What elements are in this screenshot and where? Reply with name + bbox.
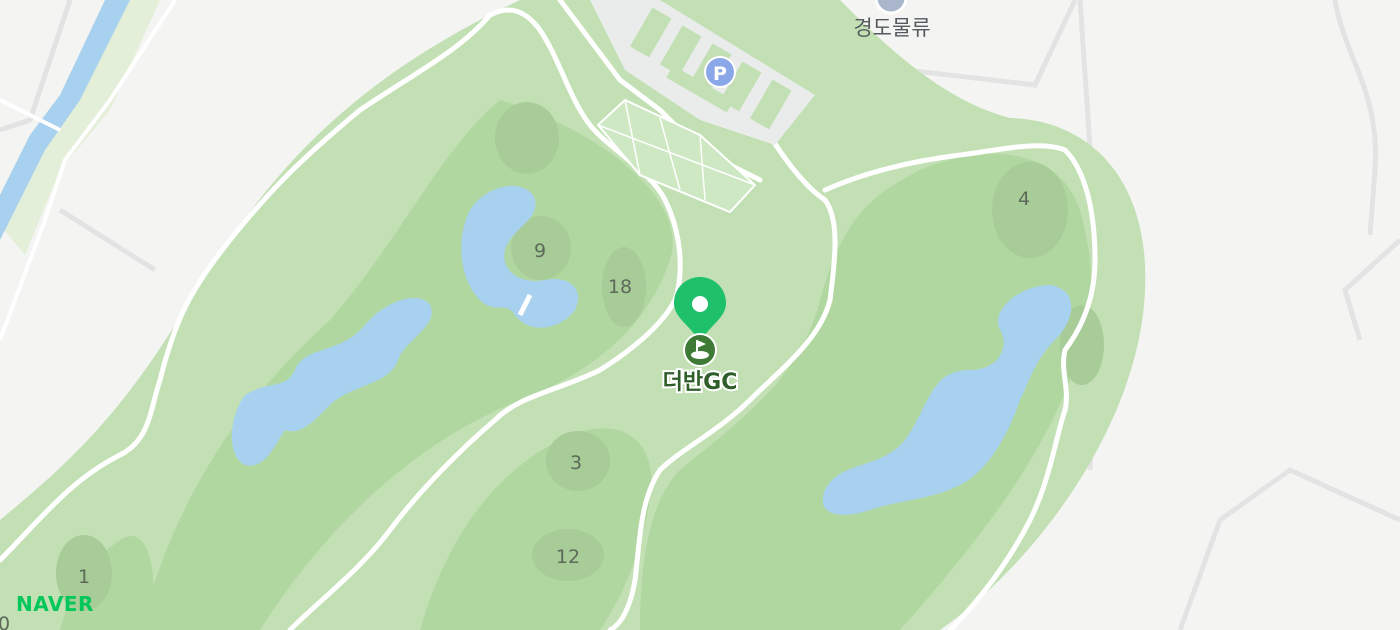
map-canvas[interactable]: 9 18 4 3 12 1 0 P 경도물류 더반GC	[0, 0, 1400, 630]
map-view[interactable]: 9 18 4 3 12 1 0 P 경도물류 더반GC NAVER	[0, 0, 1400, 630]
hole-number-label: 4	[1018, 188, 1030, 210]
parking-icon: P	[713, 63, 727, 85]
golf-icon	[683, 333, 717, 367]
hole-number-label: 3	[570, 452, 582, 474]
hole-number-label: 18	[608, 276, 632, 298]
hole-number-label: 12	[556, 546, 580, 568]
hole-number-label: 0	[0, 613, 10, 630]
poi-label: 경도물류	[853, 16, 930, 40]
hole-number-label: 9	[534, 240, 546, 262]
naver-logo[interactable]: NAVER	[16, 592, 94, 616]
hole-number-label: 1	[78, 566, 90, 588]
parking-marker[interactable]: P	[704, 56, 736, 88]
place-name-label: 더반GC	[663, 370, 738, 395]
